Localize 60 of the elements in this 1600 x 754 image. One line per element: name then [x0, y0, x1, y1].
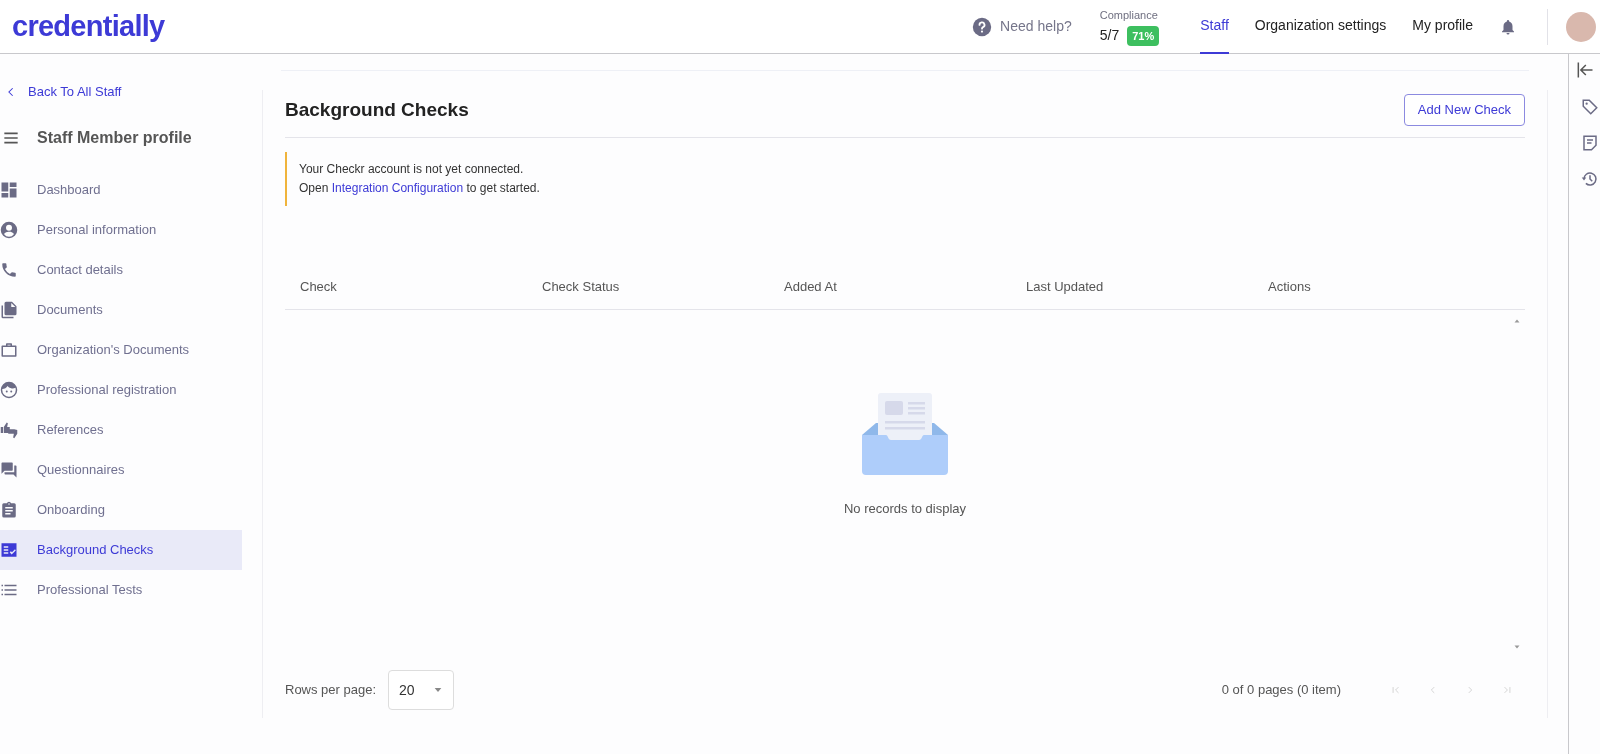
history-icon [1580, 170, 1599, 188]
column-header[interactable]: Check [300, 276, 542, 297]
rows-per-page-label: Rows per page: [285, 681, 377, 700]
sidebar-item[interactable]: Contact details [0, 250, 242, 290]
briefcase-icon [0, 341, 18, 359]
alert-text: Open [299, 181, 329, 195]
sidebar-item[interactable]: Onboarding [0, 490, 242, 530]
empty-state-text: No records to display [843, 500, 967, 519]
chevron-left-icon [6, 86, 16, 98]
bell-icon [1499, 17, 1517, 36]
alert-text: Your Checkr account is not yet connected. [299, 161, 525, 178]
menu-icon [3, 130, 19, 146]
face-icon [0, 381, 18, 399]
page-title: Background Checks [285, 97, 469, 122]
back-link[interactable]: Back To All Staff [0, 82, 262, 102]
empty-inbox-icon [862, 393, 948, 476]
compliance-label: Compliance [1099, 7, 1159, 23]
pagination-info: 0 of 0 pages (0 item) [1221, 681, 1341, 700]
last-page-icon [1501, 685, 1512, 695]
note-icon [1580, 134, 1599, 152]
nav-tab[interactable]: Organization settings [1254, 0, 1387, 54]
sidebar-item[interactable]: Questionnaires [0, 450, 242, 490]
sidebar-item[interactable]: Personal information [0, 210, 242, 250]
rows-per-page-select[interactable]: 20 [388, 670, 454, 710]
alert-text: to get started. [466, 181, 540, 195]
sidebar-item[interactable]: Documents [0, 290, 242, 330]
first-page-icon [1390, 685, 1401, 695]
sidebar-title: Staff Member profile [37, 128, 192, 148]
compliance-badge: 71% [1127, 25, 1160, 46]
clipboard-icon [0, 501, 18, 519]
scroll-down-icon [1513, 644, 1521, 650]
tag-icon [1580, 98, 1599, 116]
logo[interactable]: credentially [12, 12, 165, 41]
avatar[interactable] [1566, 11, 1596, 42]
compliance-count: 5/7 [1099, 26, 1120, 46]
chat-icon [0, 461, 18, 479]
sidebar-item[interactable]: Professional registration [0, 370, 242, 410]
scroll-up-icon [1513, 318, 1521, 324]
sidebar-item[interactable]: Organization's Documents [0, 330, 242, 370]
integration-link[interactable]: Integration Configuration [331, 181, 464, 195]
help-icon [972, 16, 993, 37]
checklist-icon [0, 541, 18, 559]
column-header[interactable]: Check Status [542, 276, 784, 297]
sidebar-item[interactable]: Background Checks [0, 530, 242, 570]
thumbs-icon [0, 421, 18, 439]
documents-icon [0, 301, 18, 319]
sidebar-item[interactable]: References [0, 410, 242, 450]
nav-tab[interactable]: My profile [1412, 0, 1473, 54]
person-icon [0, 221, 18, 239]
column-header[interactable]: Actions [1268, 276, 1510, 297]
help-link[interactable]: Need help? [972, 16, 1072, 37]
caret-down-icon [432, 686, 443, 694]
add-new-check-button[interactable]: Add New Check [1403, 94, 1525, 126]
column-header[interactable]: Last Updated [1026, 276, 1268, 297]
phone-icon [0, 261, 18, 279]
column-header[interactable]: Added At [784, 276, 1026, 297]
sidebar-item[interactable]: Dashboard [0, 170, 242, 210]
dashboard-icon [0, 181, 18, 199]
sidebar-item[interactable]: Professional Tests [0, 570, 242, 610]
nav-tab[interactable]: Staff [1200, 0, 1229, 54]
